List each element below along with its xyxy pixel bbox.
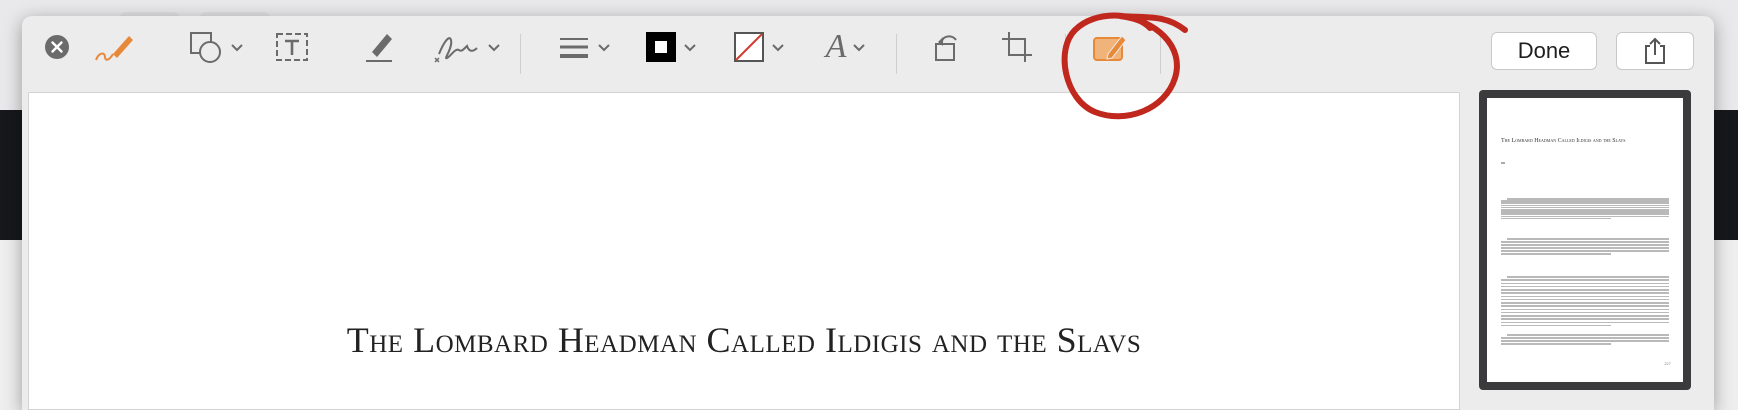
sketch-tool-button[interactable] [92, 30, 138, 64]
shapes-tool-button[interactable] [182, 30, 250, 64]
thumbnail-text-line [1507, 276, 1669, 278]
close-button[interactable] [42, 30, 72, 64]
toolbar-divider [520, 34, 521, 74]
close-icon [45, 35, 69, 59]
thumbnail-text-line [1501, 305, 1669, 307]
text-tool-button[interactable] [272, 30, 312, 64]
thumbnail-title: The Lombard Headman Called Ildigis and t… [1501, 138, 1626, 144]
crop-button[interactable] [998, 30, 1038, 64]
text-style-button[interactable]: A [816, 30, 876, 64]
highlight-tool-button[interactable] [358, 30, 398, 64]
sign-tool-button[interactable] [432, 30, 502, 64]
chevron-down-icon [772, 44, 784, 52]
chevron-down-icon [684, 44, 696, 52]
thumbnail-author-box [1501, 162, 1505, 164]
document-page[interactable]: The Lombard Headman Called Ildigis and t… [28, 92, 1460, 410]
thumbnail-text-line [1501, 247, 1669, 249]
thumbnail-text-line [1501, 308, 1669, 311]
highlighter-icon [366, 34, 392, 62]
toolbar-divider [1160, 34, 1161, 74]
thumbnail-text-line [1501, 340, 1669, 342]
done-button[interactable]: Done [1491, 32, 1597, 70]
thumbnail-text-line [1507, 334, 1669, 336]
shapes-icon [190, 32, 221, 63]
thumbnail-text-line [1501, 292, 1669, 294]
chevron-down-icon [231, 44, 243, 52]
sketch-pen-icon [95, 36, 133, 61]
text-style-icon: A [825, 28, 847, 65]
share-button[interactable] [1616, 32, 1694, 70]
thumbnail-text-line [1501, 250, 1669, 252]
thumbnail-text-line [1501, 321, 1669, 324]
thumbnail-text-line [1501, 282, 1669, 285]
markup-sheet: A Done The Lombard Headman Called Ildigi… [22, 16, 1714, 410]
thumbnail-text-line [1501, 318, 1669, 320]
chevron-down-icon [853, 44, 866, 52]
crop-icon [1002, 32, 1032, 62]
line-style-icon [560, 38, 588, 58]
thumbnail-text-line [1501, 279, 1669, 281]
rotate-button[interactable] [926, 30, 966, 64]
thumbnail-text-line [1501, 244, 1669, 246]
annotate-icon [1093, 35, 1127, 61]
thumbnail-text-line [1501, 337, 1669, 339]
thumbnail-page-number: 227 [1664, 361, 1671, 366]
toolbar-divider [896, 34, 897, 74]
thumbnail-text-line [1507, 238, 1669, 240]
border-color-icon [646, 32, 676, 62]
markup-toolbar: A Done [22, 16, 1714, 90]
toolbar-divider [1065, 34, 1066, 74]
chevron-down-icon [488, 44, 500, 52]
thumbnail-text-line [1501, 295, 1669, 298]
line-style-button[interactable] [552, 30, 616, 64]
thumbnail-text-line [1501, 285, 1669, 288]
thumbnail-text-line [1501, 311, 1669, 314]
page-thumbnail-frame[interactable]: The Lombard Headman Called Ildigis and t… [1479, 90, 1691, 390]
thumbnail-text-line [1501, 324, 1611, 327]
border-color-button[interactable] [640, 30, 702, 64]
document-title: The Lombard Headman Called Ildigis and t… [346, 320, 1142, 360]
rotate-left-icon [935, 35, 957, 61]
signature-icon [434, 37, 478, 63]
fill-color-button[interactable] [728, 30, 790, 64]
chevron-down-icon [598, 44, 610, 52]
thumbnail-text-line [1501, 298, 1669, 301]
thumbnail-text-line [1501, 289, 1669, 291]
thumbnail-text-line [1501, 343, 1611, 345]
thumbnail-text-line [1501, 217, 1611, 220]
annotate-button[interactable] [1090, 30, 1130, 64]
thumbnail-text-line [1501, 253, 1611, 255]
thumbnail-text-line [1501, 241, 1669, 243]
thumbnail-text-line [1501, 315, 1669, 317]
text-box-icon [276, 33, 308, 61]
thumbnail-text-line [1501, 302, 1669, 304]
fill-color-icon [734, 32, 764, 62]
share-icon [1645, 37, 1665, 64]
page-thumbnail[interactable]: The Lombard Headman Called Ildigis and t… [1487, 98, 1683, 382]
